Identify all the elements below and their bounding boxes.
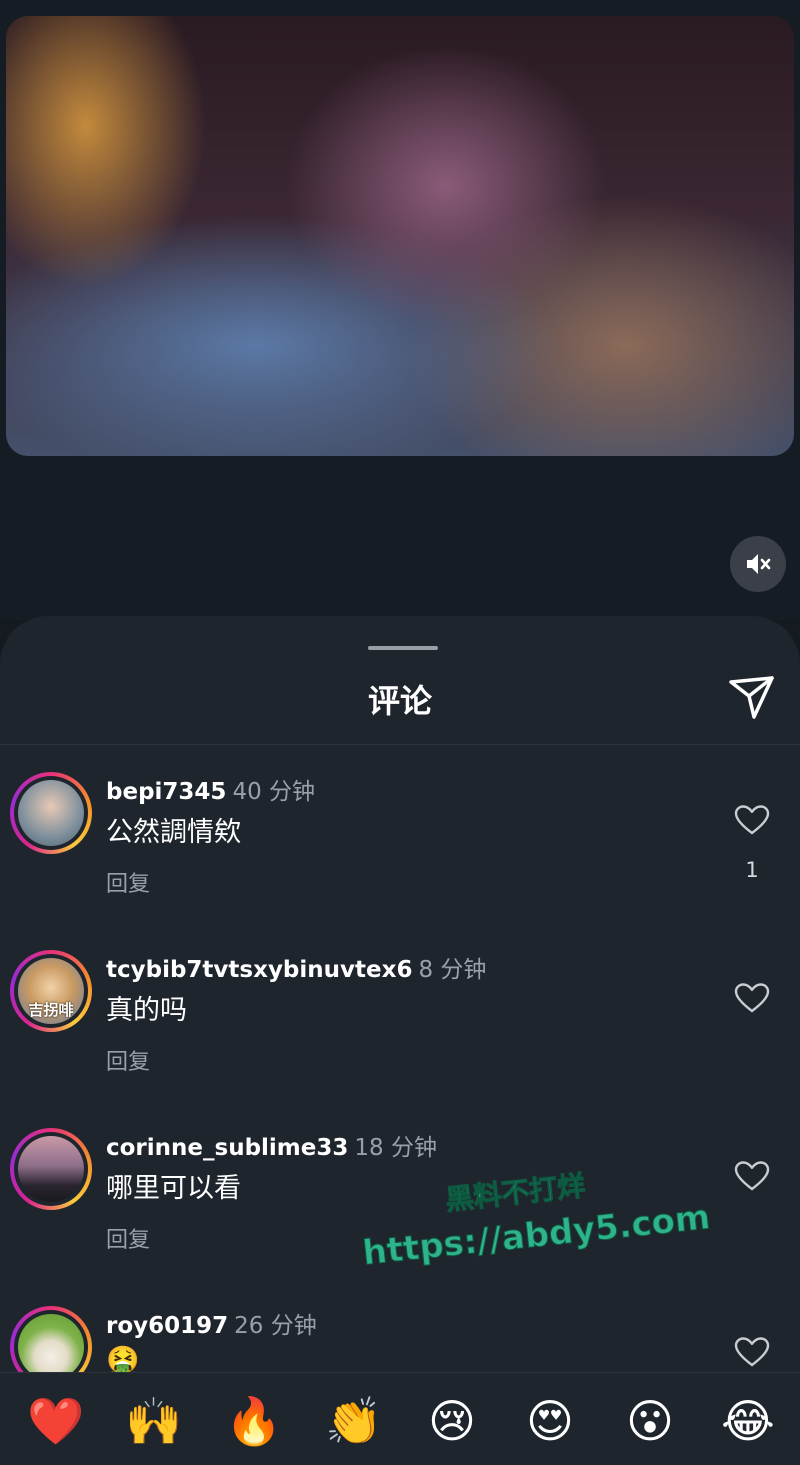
comment-username[interactable]: tcybib7tvtsxybinuvtex6 [106, 957, 412, 983]
comment-time: 26 分钟 [234, 1313, 317, 1339]
heart-icon[interactable] [734, 804, 770, 836]
comment-header: roy60197 26 分钟 [106, 1306, 317, 1340]
comment-item: bepi7345 40 分钟 公然調情欸 回复 1 [0, 772, 800, 942]
comment-username[interactable]: corinne_sublime33 [106, 1135, 348, 1161]
avatar-caption: 吉拐啡 [28, 1001, 74, 1019]
emoji-surprised-button[interactable]: 😮 [620, 1391, 680, 1451]
comment-item: roy60197 26 分钟 🤮 [0, 1306, 800, 1372]
mute-button[interactable] [730, 536, 786, 592]
avatar[interactable] [10, 1306, 92, 1372]
emoji-heart-button[interactable]: ❤️ [26, 1391, 86, 1451]
heart-icon[interactable] [734, 1160, 770, 1192]
emoji-laughing-button[interactable]: 😂 [718, 1391, 778, 1451]
comment-text: 🤮 [106, 1345, 140, 1372]
comment-time: 40 分钟 [232, 779, 316, 805]
comment-time: 18 分钟 [354, 1135, 437, 1161]
sheet-title: 评论 [367, 682, 432, 720]
comment-time: 8 分钟 [418, 957, 487, 983]
video-area [0, 0, 800, 620]
avatar[interactable] [10, 772, 92, 854]
reply-button[interactable]: 回复 [106, 1222, 150, 1254]
emoji-heart-eyes-button[interactable]: 😍 [520, 1391, 580, 1451]
heart-icon[interactable] [734, 982, 770, 1014]
reply-button[interactable]: 回复 [106, 866, 150, 898]
avatar-image [18, 1136, 84, 1202]
avatar[interactable] [10, 1128, 92, 1210]
comment-text: 公然調情欸 [106, 817, 241, 848]
comment-header: tcybib7tvtsxybinuvtex6 8 分钟 [106, 950, 486, 984]
reply-button[interactable]: 回复 [106, 1044, 150, 1076]
comment-item: corinne_sublime33 18 分钟 哪里可以看 回复 [0, 1128, 800, 1298]
speaker-muted-icon [747, 554, 771, 574]
share-button[interactable] [726, 672, 778, 724]
emoji-fire-button[interactable]: 🔥 [224, 1391, 284, 1451]
emoji-reaction-bar: ❤️ 🙌 🔥 👏 😢 😍 😮 😂 [0, 1372, 800, 1465]
emoji-clap-button[interactable]: 👏 [324, 1391, 384, 1451]
avatar-image [18, 1314, 84, 1372]
avatar-image: 吉拐啡 [18, 958, 84, 1024]
comment-text: 真的吗 [106, 995, 187, 1026]
comment-header: corinne_sublime33 18 分钟 [106, 1128, 437, 1162]
avatar-image [18, 780, 84, 846]
comment-username[interactable]: roy60197 [106, 1313, 228, 1339]
video-player[interactable] [6, 16, 794, 456]
comment-text: 哪里可以看 [106, 1173, 241, 1204]
comment-header: bepi7345 40 分钟 [106, 772, 315, 806]
comment-username[interactable]: bepi7345 [106, 779, 226, 805]
avatar[interactable]: 吉拐啡 [10, 950, 92, 1032]
comments-sheet: 评论 bepi7345 40 分钟 公然調情欸 回复 1 吉拐啡 tcybib7… [0, 616, 800, 1464]
emoji-raised-hands-button[interactable]: 🙌 [124, 1391, 184, 1451]
heart-icon[interactable] [734, 1336, 770, 1368]
comment-item: 吉拐啡 tcybib7tvtsxybinuvtex6 8 分钟 真的吗 回复 [0, 950, 800, 1120]
send-icon [729, 676, 774, 719]
drag-handle[interactable] [368, 646, 438, 650]
like-count: 1 [745, 858, 759, 882]
header-divider [0, 744, 800, 745]
emoji-crying-button[interactable]: 😢 [422, 1391, 482, 1451]
